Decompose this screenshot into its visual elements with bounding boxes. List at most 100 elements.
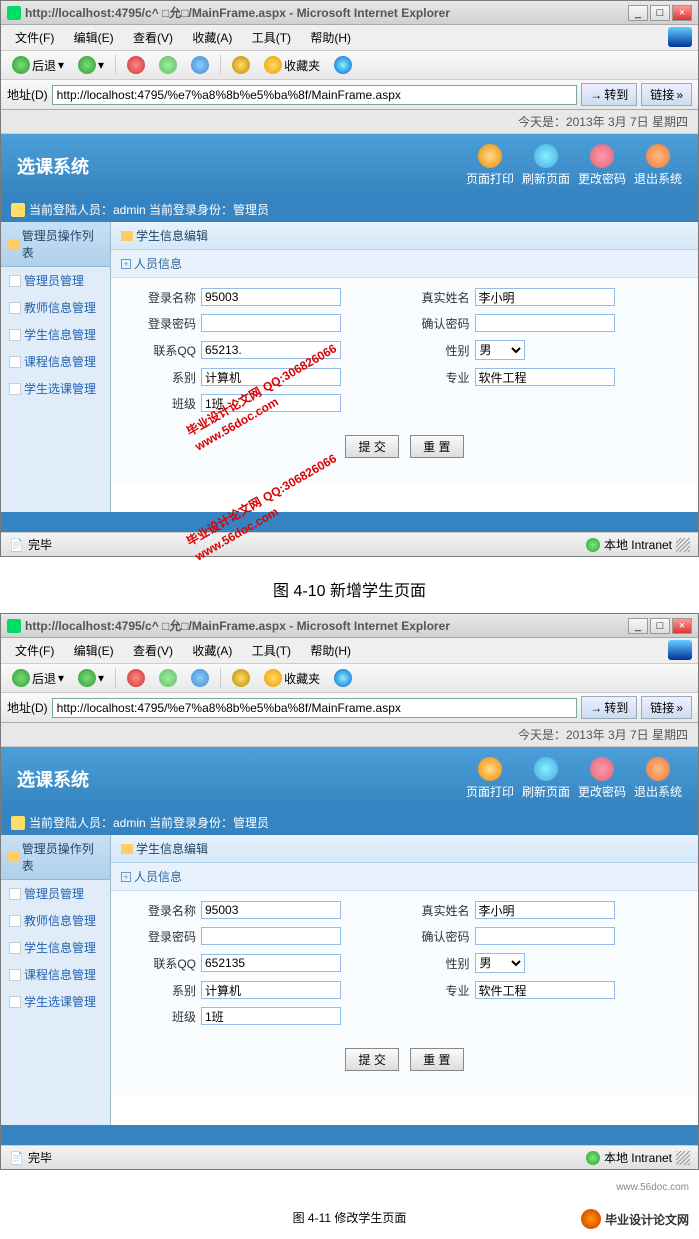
menu-tools[interactable]: 工具(T) [244,640,299,661]
minimize-button[interactable]: _ [628,618,648,634]
real-name-input[interactable] [475,288,615,306]
refresh-icon [159,669,177,687]
refresh-button[interactable] [154,54,182,76]
submit-button[interactable]: 提 交 [345,1048,398,1071]
home-button[interactable] [186,667,214,689]
forward-button[interactable]: ▾ [73,54,109,76]
class-input[interactable] [201,394,341,412]
refresh-page-button[interactable]: 刷新页面 [522,144,570,187]
user-info-text: 当前登陆人员：admin 当前登录身份：管理员 [29,201,269,218]
title-bar: http://localhost:4795/c^ □允□/MainFrame.a… [1,1,698,25]
qq-input[interactable] [201,954,341,972]
change-password-button[interactable]: 更改密码 [578,757,626,800]
media-button[interactable] [329,54,357,76]
gender-select[interactable]: 男 [475,953,525,973]
address-input[interactable] [52,85,578,105]
refresh-page-button[interactable]: 刷新页面 [522,757,570,800]
go-button[interactable]: → 转到 [581,696,637,719]
favorites-button[interactable]: 收藏夹 [259,54,325,76]
login-name-input[interactable] [201,288,341,306]
sidebar-item-admin[interactable]: 管理员管理 [1,880,110,907]
stop-button[interactable] [122,667,150,689]
refresh-button[interactable] [154,667,182,689]
forward-icon [78,56,96,74]
browser-window-2: http://localhost:4795/c^ □允□/MainFrame.a… [0,613,699,1170]
login-pwd-input[interactable] [201,314,341,332]
major-input[interactable] [475,981,615,999]
key-icon [590,144,614,168]
menu-view[interactable]: 查看(V) [125,640,181,661]
back-button[interactable]: 后退 ▾ [7,54,69,76]
folder-icon [121,844,133,854]
login-pwd-label: 登录密码 [131,315,201,332]
document-icon [9,942,21,954]
exit-icon [646,144,670,168]
logout-button[interactable]: 退出系统 [634,144,682,187]
confirm-pwd-input[interactable] [475,314,615,332]
menu-tools[interactable]: 工具(T) [244,27,299,48]
stop-button[interactable] [122,54,150,76]
sidebar-item-teacher[interactable]: 教师信息管理 [1,907,110,934]
search-button[interactable] [227,54,255,76]
favorites-button[interactable]: 收藏夹 [259,667,325,689]
print-button[interactable]: 页面打印 [466,144,514,187]
menu-favorites[interactable]: 收藏(A) [184,640,240,661]
forward-button[interactable]: ▾ [73,667,109,689]
folder-icon [121,231,133,241]
address-input[interactable] [52,698,578,718]
sidebar-item-course[interactable]: 课程信息管理 [1,961,110,988]
panel-header: 学生信息编辑 [111,222,698,250]
submit-button[interactable]: 提 交 [345,435,398,458]
logout-button[interactable]: 退出系统 [634,757,682,800]
print-button[interactable]: 页面打印 [466,757,514,800]
sidebar-item-selection[interactable]: 学生选课管理 [1,988,110,1015]
change-password-button[interactable]: 更改密码 [578,144,626,187]
home-button[interactable] [186,54,214,76]
sidebar-item-selection[interactable]: 学生选课管理 [1,375,110,402]
document-icon [9,329,21,341]
menu-view[interactable]: 查看(V) [125,27,181,48]
menu-favorites[interactable]: 收藏(A) [184,27,240,48]
maximize-button[interactable]: □ [650,618,670,634]
address-label: 地址(D) [7,86,48,103]
back-button[interactable]: 后退 ▾ [7,667,69,689]
menu-file[interactable]: 文件(F) [7,640,62,661]
gender-select[interactable]: 男 [475,340,525,360]
menu-help[interactable]: 帮助(H) [302,27,359,48]
menu-help[interactable]: 帮助(H) [302,640,359,661]
major-input[interactable] [475,368,615,386]
login-pwd-input[interactable] [201,927,341,945]
dept-input[interactable] [201,981,341,999]
date-bar: 今天是：2013年 3月 7日 星期四 [1,723,698,747]
sidebar-item-student[interactable]: 学生信息管理 [1,934,110,961]
media-button[interactable] [329,667,357,689]
real-name-input[interactable] [475,901,615,919]
menu-edit[interactable]: 编辑(E) [66,640,122,661]
ie-icon [7,619,21,633]
resize-grip[interactable] [676,538,690,552]
sidebar-item-student[interactable]: 学生信息管理 [1,321,110,348]
confirm-pwd-input[interactable] [475,927,615,945]
menu-file[interactable]: 文件(F) [7,27,62,48]
qq-input[interactable] [201,341,341,359]
sidebar-item-course[interactable]: 课程信息管理 [1,348,110,375]
go-button[interactable]: → 转到 [581,83,637,106]
resize-grip[interactable] [676,1151,690,1165]
close-button[interactable]: × [672,5,692,21]
links-button[interactable]: 链接 » [641,696,692,719]
reset-button[interactable]: 重 置 [410,435,463,458]
links-button[interactable]: 链接 » [641,83,692,106]
plus-icon: + [121,259,131,269]
class-input[interactable] [201,1007,341,1025]
menu-edit[interactable]: 编辑(E) [66,27,122,48]
login-name-input[interactable] [201,901,341,919]
sidebar-item-teacher[interactable]: 教师信息管理 [1,294,110,321]
reset-button[interactable]: 重 置 [410,1048,463,1071]
maximize-button[interactable]: □ [650,5,670,21]
close-button[interactable]: × [672,618,692,634]
search-button[interactable] [227,667,255,689]
address-bar: 地址(D) → 转到 链接 » [1,80,698,110]
sidebar-item-admin[interactable]: 管理员管理 [1,267,110,294]
dept-input[interactable] [201,368,341,386]
minimize-button[interactable]: _ [628,5,648,21]
